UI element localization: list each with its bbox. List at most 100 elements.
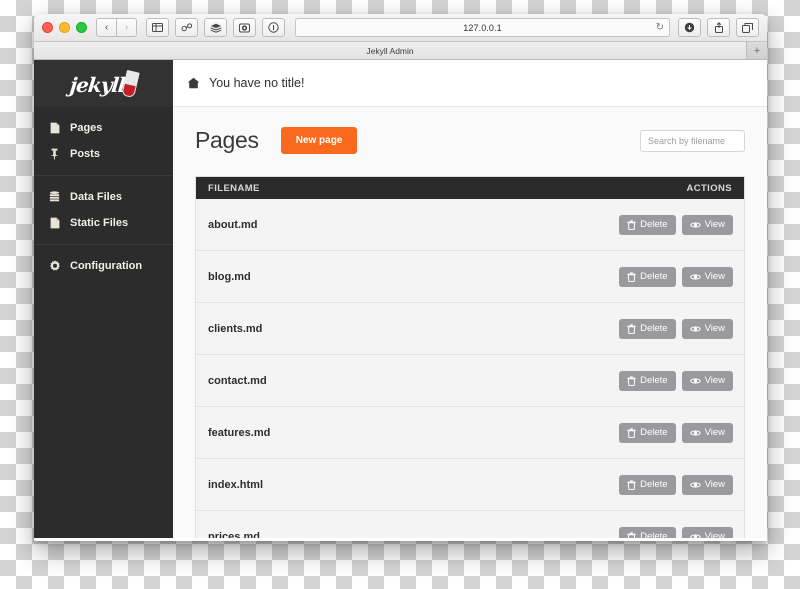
view-button[interactable]: View [681, 214, 733, 235]
filename-cell: blog.md [208, 270, 251, 283]
row-actions: Delete View [619, 422, 733, 443]
camera-icon[interactable] [233, 18, 256, 37]
sidebar-logo[interactable]: jekyll [34, 60, 173, 107]
table-row: about.md Delete View [196, 199, 744, 251]
new-tab-button[interactable]: + [747, 42, 767, 59]
table-row: clients.md Delete View [196, 303, 744, 355]
sidebar-item-data-files[interactable]: Data Files [34, 184, 173, 210]
home-icon[interactable] [187, 77, 200, 89]
breadcrumb-text: You have no title! [209, 76, 305, 90]
row-actions: Delete View [619, 266, 733, 287]
delete-label: Delete [640, 427, 668, 438]
trash-icon [627, 427, 636, 438]
browser-toolbar: ‹ › 127.0.0.1 ↻ [34, 14, 767, 42]
table-row: blog.md Delete View [196, 251, 744, 303]
view-button[interactable]: View [681, 474, 733, 495]
view-button[interactable]: View [681, 370, 733, 391]
eye-icon [689, 221, 701, 229]
row-actions: Delete View [619, 318, 733, 339]
reload-icon[interactable]: ↻ [656, 22, 664, 33]
table-row: index.html Delete View [196, 459, 744, 511]
view-label: View [704, 323, 725, 334]
logo-text: jekyll [68, 72, 127, 97]
back-button[interactable]: ‹ [96, 18, 117, 37]
sidebar-item-pages[interactable]: Pages [34, 115, 173, 141]
delete-button[interactable]: Delete [619, 318, 676, 339]
table-header: FILENAME ACTIONS [196, 177, 744, 199]
table-row: contact.md Delete View [196, 355, 744, 407]
view-button[interactable]: View [681, 318, 733, 339]
delete-label: Delete [640, 479, 668, 490]
view-label: View [704, 219, 725, 230]
download-icon[interactable] [678, 18, 701, 37]
view-button[interactable]: View [681, 266, 733, 287]
sidebar-group-content: Pages Posts [34, 107, 173, 176]
tabs-icon[interactable] [736, 18, 759, 37]
sidebar-group-settings: Configuration [34, 245, 173, 287]
main-panel: Pages New page FILENAME ACTIONS about.md… [173, 107, 767, 541]
delete-button[interactable]: Delete [619, 266, 676, 287]
eye-icon [689, 273, 701, 281]
sidebar-item-configuration[interactable]: Configuration [34, 253, 173, 279]
trash-icon [627, 271, 636, 282]
table-row: prices.md Delete View [196, 511, 744, 541]
toolbar-icon-group [146, 18, 285, 37]
view-label: View [704, 427, 725, 438]
delete-label: Delete [640, 271, 668, 282]
filename-cell: about.md [208, 218, 258, 231]
pages-table: FILENAME ACTIONS about.md Delete View blog.… [195, 176, 745, 541]
share-icon[interactable] [707, 18, 730, 37]
view-button[interactable]: View [681, 422, 733, 443]
row-actions: Delete View [619, 474, 733, 495]
address-bar[interactable]: 127.0.0.1 ↻ [295, 18, 670, 37]
window-controls [42, 22, 87, 33]
sidebar: jekyll Pages Posts Data Files Static Fil… [34, 60, 173, 541]
page-title: Pages [195, 127, 259, 153]
toolbar-right-group [678, 18, 759, 37]
eye-icon [689, 481, 701, 489]
browser-window: ‹ › 127.0.0.1 ↻ Jekyll Admin + jekyll Pa… [34, 14, 767, 541]
column-actions: ACTIONS [686, 182, 732, 194]
forward-button[interactable]: › [116, 18, 137, 37]
view-label: View [704, 271, 725, 282]
close-window-button[interactable] [42, 22, 53, 33]
new-page-button[interactable]: New page [280, 127, 358, 154]
sidebar-group-files: Data Files Static Files [34, 176, 173, 245]
database-icon [48, 191, 61, 203]
url-text: 127.0.0.1 [463, 22, 502, 33]
table-row: features.md Delete View [196, 407, 744, 459]
nav-buttons: ‹ › [96, 18, 137, 37]
delete-label: Delete [640, 323, 668, 334]
info-icon[interactable] [262, 18, 285, 37]
maximize-window-button[interactable] [76, 22, 87, 33]
trash-icon [627, 479, 636, 490]
link-icon[interactable] [175, 18, 198, 37]
sidebar-item-posts[interactable]: Posts [34, 141, 173, 167]
search-input[interactable] [640, 129, 745, 152]
row-actions: Delete View [619, 370, 733, 391]
row-actions: Delete View [619, 214, 733, 235]
gear-icon [48, 260, 61, 272]
table-body: about.md Delete View blog.md Delete View clien… [196, 199, 744, 541]
delete-button[interactable]: Delete [619, 422, 676, 443]
delete-button[interactable]: Delete [619, 214, 676, 235]
delete-button[interactable]: Delete [619, 370, 676, 391]
minimize-window-button[interactable] [59, 22, 70, 33]
sidebar-item-label: Configuration [70, 260, 143, 272]
tab-jekyll-admin[interactable]: Jekyll Admin [34, 42, 747, 59]
filename-cell: contact.md [208, 374, 267, 387]
tab-strip: Jekyll Admin + [34, 42, 767, 60]
view-label: View [704, 375, 725, 386]
view-label: View [704, 479, 725, 490]
layers-icon[interactable] [204, 18, 227, 37]
sidebar-item-label: Static Files [70, 217, 129, 229]
sidebar-item-label: Posts [70, 148, 100, 160]
pin-icon [48, 148, 61, 160]
breadcrumb: You have no title! [173, 60, 767, 107]
delete-button[interactable]: Delete [619, 474, 676, 495]
sidebar-icon[interactable] [146, 18, 169, 37]
trash-icon [627, 375, 636, 386]
eye-icon [689, 377, 701, 385]
column-filename: FILENAME [208, 182, 260, 194]
sidebar-item-static-files[interactable]: Static Files [34, 210, 173, 236]
